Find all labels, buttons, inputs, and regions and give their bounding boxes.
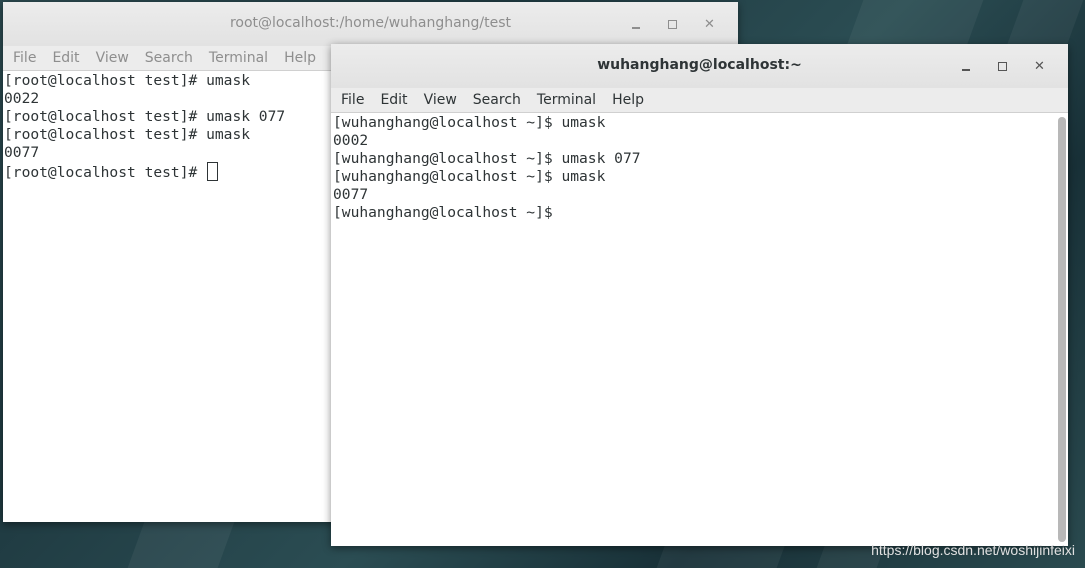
menu-search[interactable]: Search xyxy=(137,50,201,66)
terminal-line: [wuhanghang@localhost ~]$ umask 077 xyxy=(333,150,641,167)
close-button[interactable]: ✕ xyxy=(691,14,728,34)
terminal-line: [wuhanghang@localhost ~]$ umask xyxy=(333,168,606,185)
terminal-prompt: [wuhanghang@localhost ~]$ xyxy=(333,204,562,221)
terminal-line: [root@localhost test]# umask xyxy=(4,126,251,143)
maximize-icon xyxy=(668,19,677,29)
close-icon: ✕ xyxy=(1034,58,1045,74)
title-bar[interactable]: wuhanghang@localhost:~ ✕ xyxy=(331,44,1068,88)
terminal-line: [root@localhost test]# umask 077 xyxy=(4,108,286,125)
minimize-icon xyxy=(631,27,640,29)
terminal-cursor xyxy=(207,162,219,181)
menu-view[interactable]: View xyxy=(416,92,465,108)
minimize-button[interactable] xyxy=(947,56,984,76)
menu-help[interactable]: Help xyxy=(276,50,324,66)
minimize-button[interactable] xyxy=(617,14,654,34)
scrollbar-thumb[interactable] xyxy=(1058,117,1066,542)
scrollbar[interactable] xyxy=(1058,117,1066,542)
menu-search[interactable]: Search xyxy=(465,92,529,108)
menu-help[interactable]: Help xyxy=(604,92,652,108)
maximize-icon xyxy=(998,61,1007,71)
watermark: https://blog.csdn.net/woshijinfeixi xyxy=(871,542,1075,558)
menu-file[interactable]: File xyxy=(333,92,372,108)
menu-edit[interactable]: Edit xyxy=(44,50,87,66)
terminal-line: 0077 xyxy=(4,144,40,161)
maximize-button[interactable] xyxy=(654,14,691,34)
close-icon: ✕ xyxy=(704,16,715,32)
terminal-prompt: [root@localhost test]# xyxy=(4,164,207,181)
terminal-window-user[interactable]: wuhanghang@localhost:~ ✕ File Edit View … xyxy=(331,44,1068,546)
menu-bar: File Edit View Search Terminal Help xyxy=(331,88,1068,113)
terminal-prompt-line: [root@localhost test]# xyxy=(4,162,285,181)
maximize-button[interactable] xyxy=(984,56,1021,76)
close-button[interactable]: ✕ xyxy=(1021,56,1058,76)
terminal-line: 0022 xyxy=(4,90,40,107)
menu-terminal[interactable]: Terminal xyxy=(529,92,604,108)
minimize-icon xyxy=(961,69,970,71)
menu-edit[interactable]: Edit xyxy=(372,92,415,108)
terminal-line: 0077 xyxy=(333,186,369,203)
terminal-output[interactable]: [wuhanghang@localhost ~]$ umask 0002 [wu… xyxy=(331,113,1068,546)
menu-terminal[interactable]: Terminal xyxy=(201,50,276,66)
menu-view[interactable]: View xyxy=(88,50,137,66)
terminal-line: [root@localhost test]# umask xyxy=(4,72,251,89)
terminal-line: 0002 xyxy=(333,132,369,149)
menu-file[interactable]: File xyxy=(5,50,44,66)
title-bar[interactable]: root@localhost:/home/wuhanghang/test ✕ xyxy=(3,2,738,46)
terminal-line: [wuhanghang@localhost ~]$ umask xyxy=(333,114,606,131)
